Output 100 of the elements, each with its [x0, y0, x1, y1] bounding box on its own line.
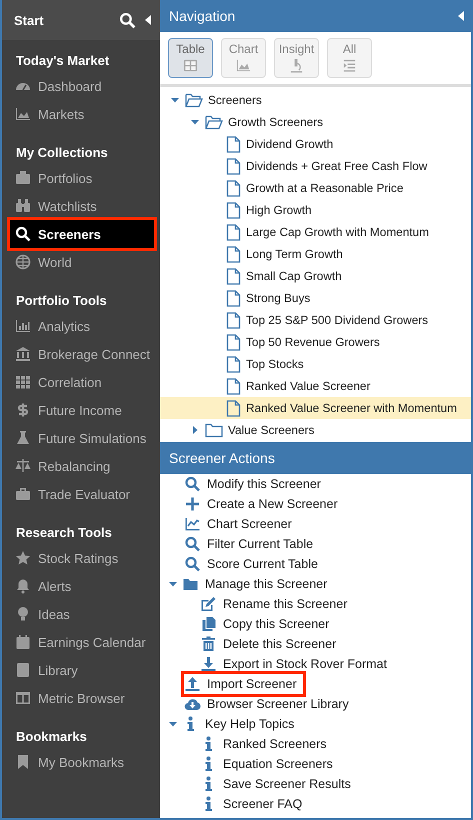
caret-down-icon[interactable]	[170, 95, 180, 105]
sidebar-item[interactable]: Alerts	[10, 572, 154, 600]
area-chart-icon	[235, 58, 252, 73]
sidebar-item[interactable]: Correlation	[10, 368, 154, 396]
action-item[interactable]: Modify this Screener	[184, 474, 327, 494]
action-item[interactable]: Rename this Screener	[200, 594, 354, 614]
collapse-icon[interactable]	[457, 10, 465, 22]
sidebar-title: Start	[14, 12, 45, 28]
action-item[interactable]: Equation Screeners	[200, 754, 339, 774]
sidebar-item[interactable]: Stock Ratings	[10, 544, 154, 572]
folder-open-icon	[205, 114, 223, 130]
document-icon	[226, 312, 241, 328]
scale-icon	[15, 458, 31, 474]
search-icon	[184, 556, 201, 572]
folder-open-icon	[185, 92, 203, 108]
bookmark-icon	[15, 754, 31, 770]
tree-folder-row[interactable]: Screeners	[160, 89, 471, 111]
plus-icon	[184, 496, 201, 512]
tree-item[interactable]: Top 50 Revenue Growers	[160, 331, 471, 353]
document-icon	[226, 378, 241, 394]
sidebar-item[interactable]: Trade Evaluator	[10, 480, 154, 508]
document-icon	[226, 246, 241, 262]
download-icon	[200, 656, 217, 672]
folder-icon	[205, 422, 223, 438]
document-icon	[226, 400, 241, 416]
action-item[interactable]: Copy this Screener	[200, 614, 336, 634]
tree-item[interactable]: Ranked Value Screener with Momentum	[160, 397, 471, 419]
upload-icon	[184, 676, 201, 692]
tree-item[interactable]: Top Stocks	[160, 353, 471, 375]
document-icon	[226, 224, 241, 240]
sidebar-item[interactable]: Future Simulations	[10, 424, 154, 452]
action-item[interactable]: Chart Screener	[184, 514, 298, 534]
action-item[interactable]: Manage this Screener	[182, 574, 334, 594]
tree-item[interactable]: Large Cap Growth with Momentum	[160, 221, 471, 243]
dollar-icon	[15, 402, 31, 418]
sidebar-item[interactable]: Library	[10, 656, 154, 684]
tree-item[interactable]: Strong Buys	[160, 287, 471, 309]
sidebar-item[interactable]: Dashboard	[10, 72, 154, 100]
sidebar-item[interactable]: Markets	[10, 100, 154, 128]
sidebar-item[interactable]: Analytics	[10, 312, 154, 340]
tree-item[interactable]: Small Cap Growth	[160, 265, 471, 287]
document-icon	[226, 290, 241, 306]
document-icon	[226, 356, 241, 372]
sidebar-item[interactable]: Ideas	[10, 600, 154, 628]
briefcase-icon	[15, 170, 31, 186]
tree-item[interactable]: Long Term Growth	[160, 243, 471, 265]
document-icon	[226, 180, 241, 196]
sidebar-item[interactable]: Earnings Calendar	[10, 628, 154, 656]
section-heading: My Collections	[15, 144, 109, 162]
action-item[interactable]: Key Help Topics	[182, 714, 300, 734]
action-item[interactable]: Filter Current Table	[184, 534, 320, 554]
action-item[interactable]: Ranked Screeners	[200, 734, 333, 754]
action-item[interactable]: Score Current Table	[184, 554, 324, 574]
tree-item[interactable]: Top 25 S&P 500 Dividend Growers	[160, 309, 471, 331]
action-item[interactable]: Export in Stock Rover Format	[200, 654, 393, 674]
bell-icon	[15, 578, 31, 594]
tree-item[interactable]: Growth at a Reasonable Price	[160, 177, 471, 199]
sidebar-item[interactable]: World	[10, 248, 154, 276]
flask-icon	[15, 430, 31, 446]
sidebar-item[interactable]: Brokerage Connect	[10, 340, 154, 368]
sidebar-item[interactable]: Metric Browser	[10, 684, 154, 712]
action-item[interactable]: Import Screener	[184, 674, 303, 694]
sidebar-item[interactable]: Screeners	[10, 220, 154, 248]
caret-right-icon[interactable]	[190, 425, 200, 435]
columns-icon	[15, 690, 31, 706]
tree-item[interactable]: High Growth	[160, 199, 471, 221]
view-tab[interactable]: Table	[168, 38, 213, 78]
section-heading: Portfolio Tools	[15, 292, 108, 310]
sidebar-item[interactable]: My Bookmarks	[10, 748, 154, 776]
action-item[interactable]: Create a New Screener	[184, 494, 344, 514]
collapse-icon[interactable]	[144, 14, 152, 26]
action-item[interactable]: Screener FAQ	[200, 794, 308, 814]
caret-down-icon[interactable]	[168, 719, 178, 729]
calendar-icon	[15, 634, 31, 650]
bank-icon	[15, 346, 31, 362]
edit-icon	[200, 596, 217, 612]
search-icon	[184, 476, 201, 492]
tree-folder-row[interactable]: Value Screeners	[160, 419, 471, 441]
action-item[interactable]: Browser Screener Library	[184, 694, 355, 714]
action-item[interactable]: Save Screener Results	[200, 774, 357, 794]
folder-icon	[182, 576, 199, 592]
caret-down-icon[interactable]	[168, 579, 178, 589]
copy-icon	[200, 616, 217, 632]
tree-item[interactable]: Dividends + Great Free Cash Flow	[160, 155, 471, 177]
tree-item[interactable]: Ranked Value Screener	[160, 375, 471, 397]
document-icon	[226, 202, 241, 218]
grid-icon	[182, 58, 199, 73]
action-item[interactable]: Delete this Screener	[200, 634, 342, 654]
sidebar-item[interactable]: Rebalancing	[10, 452, 154, 480]
search-icon[interactable]	[119, 12, 136, 28]
sidebar-item[interactable]: Watchlists	[10, 192, 154, 220]
caret-down-icon[interactable]	[190, 117, 200, 127]
document-icon	[226, 158, 241, 174]
line-chart-icon	[184, 516, 201, 532]
tree-folder-row[interactable]: Growth Screeners	[160, 111, 471, 133]
tree-item[interactable]: Dividend Growth	[160, 133, 471, 155]
lightbulb-icon	[15, 606, 31, 622]
sidebar-item[interactable]: Future Income	[10, 396, 154, 424]
globe-icon	[15, 254, 31, 270]
sidebar-item[interactable]: Portfolios	[10, 164, 154, 192]
